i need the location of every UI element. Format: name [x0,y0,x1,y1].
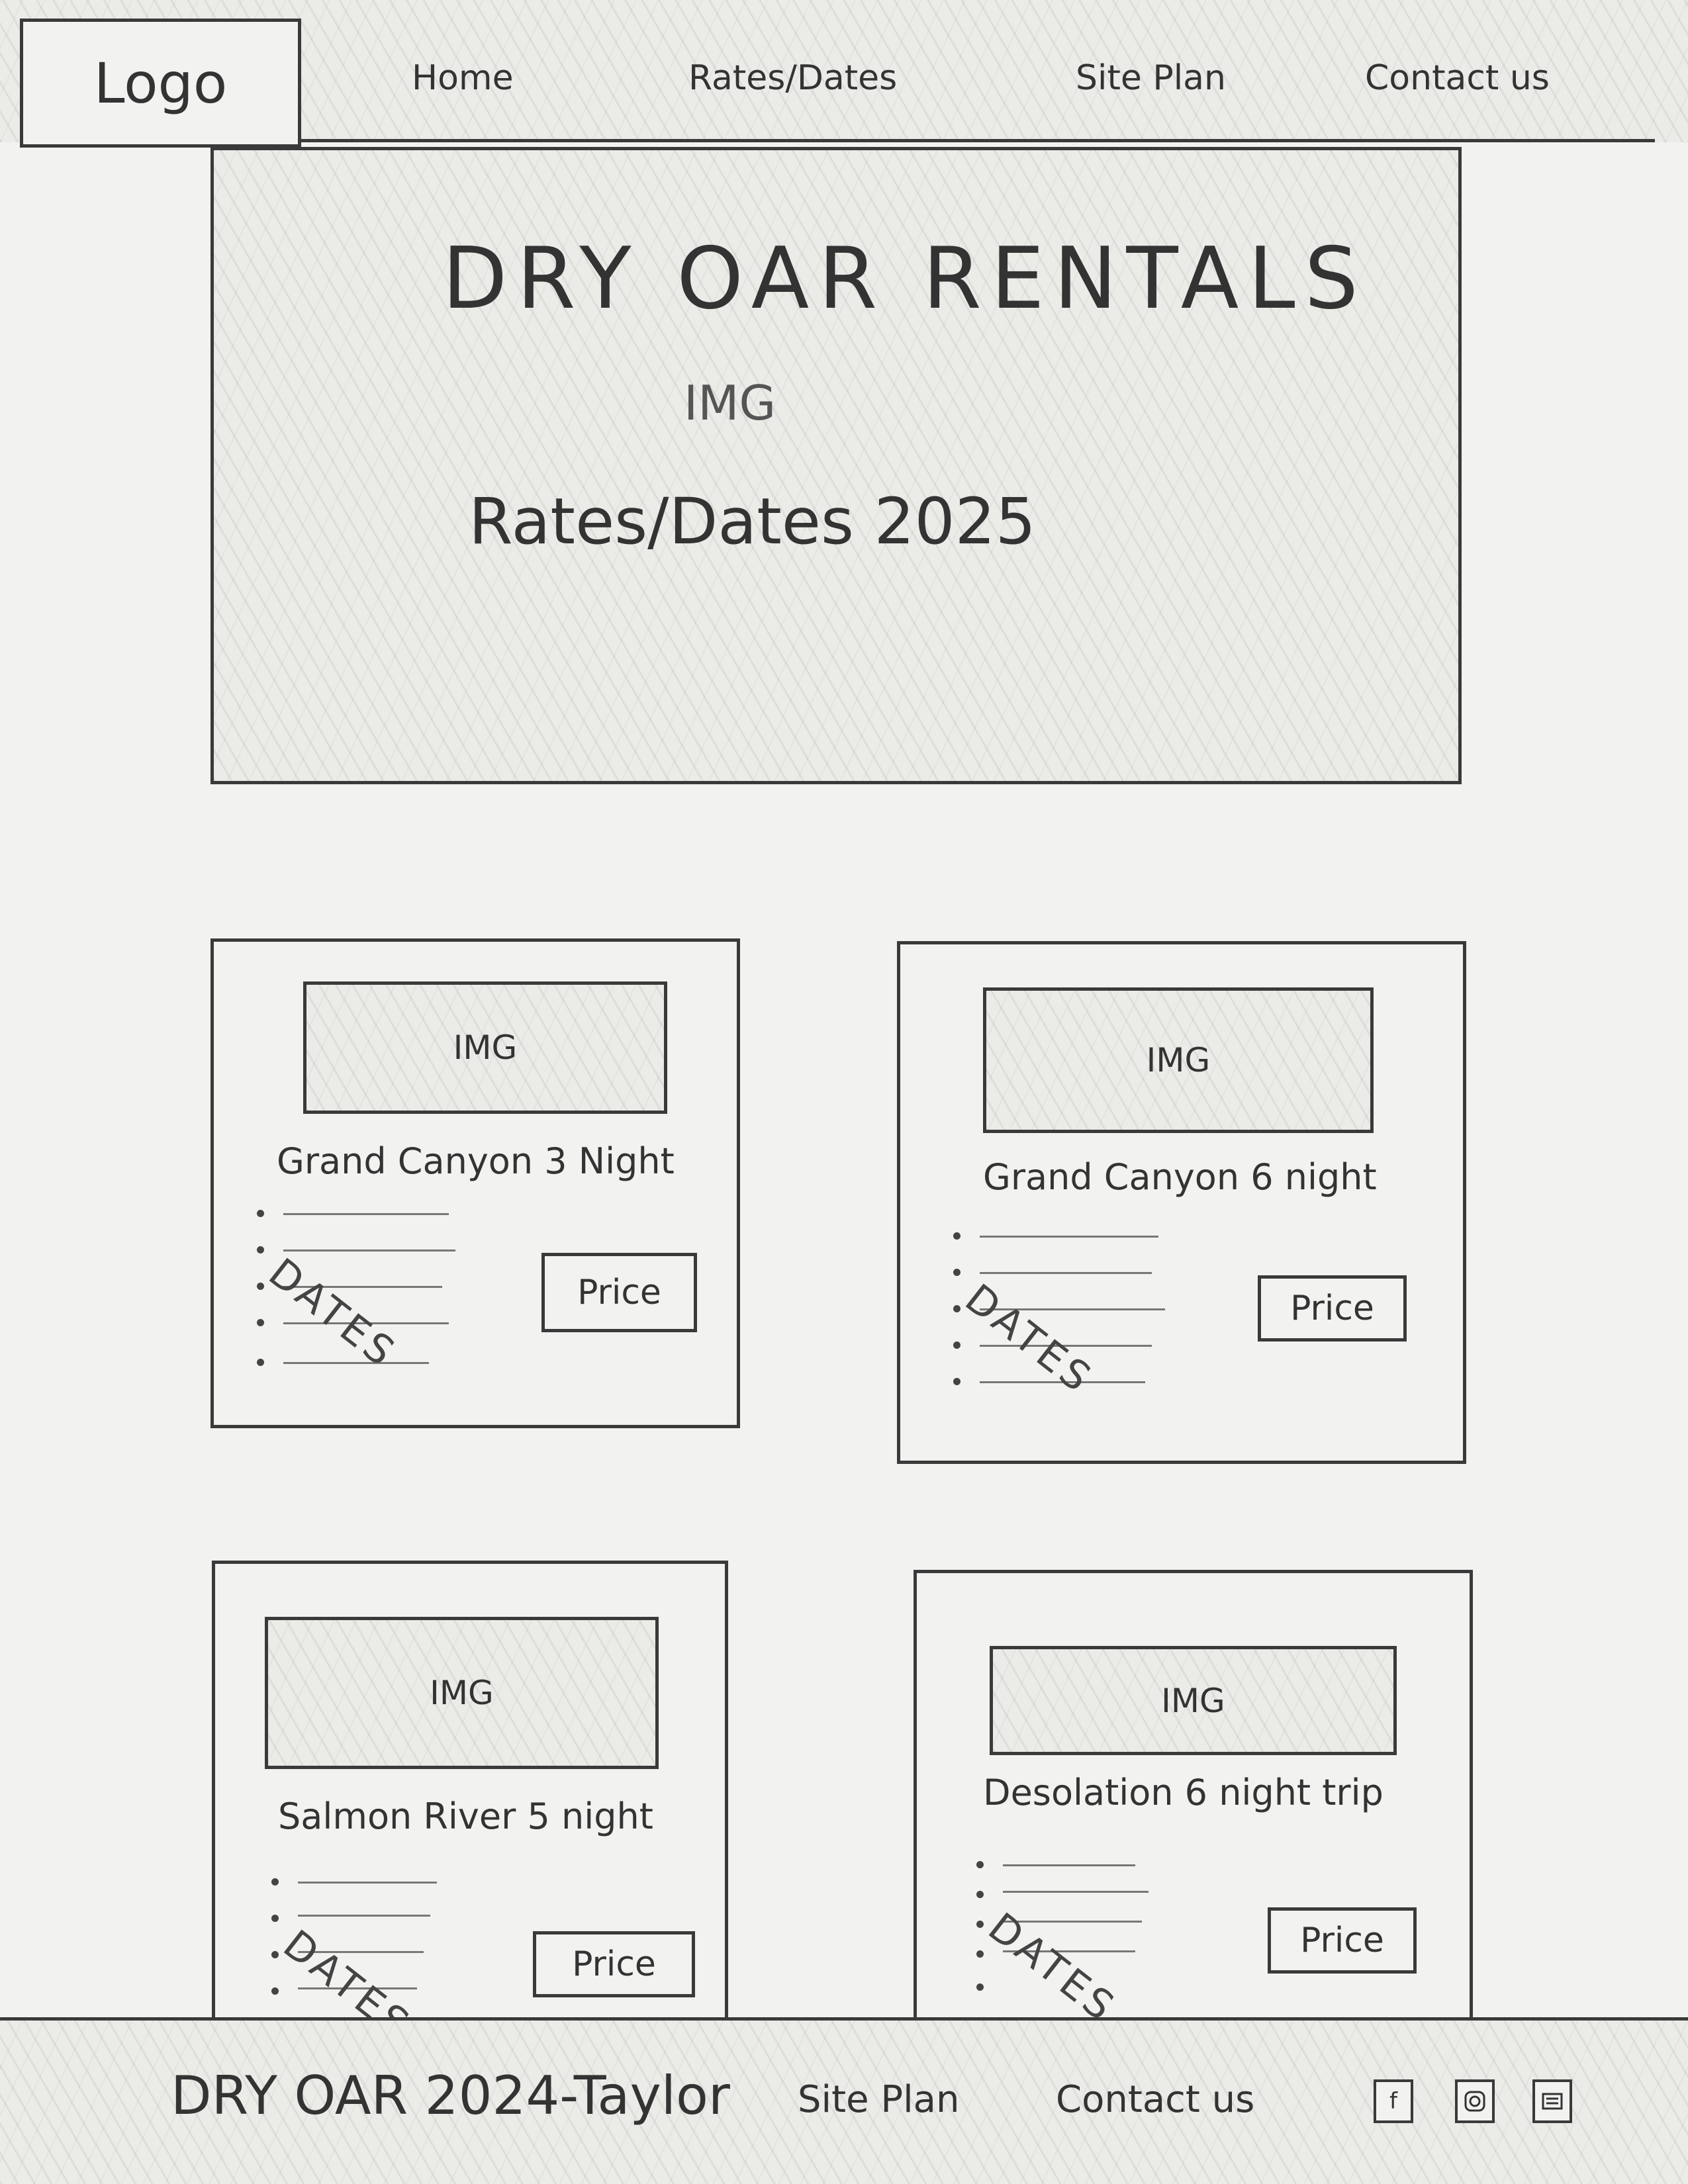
card-title: Desolation 6 night trip [983,1772,1383,1813]
footer-divider [0,2017,1688,2021]
card-image-placeholder: IMG [265,1617,659,1769]
footer-brand: DRY OAR 2024-Taylor [171,2065,730,2126]
card-dates-label: DATES [259,1250,406,1378]
header-divider [291,139,1655,142]
card-dates-list: DATES [953,1229,1165,1408]
price-button[interactable]: Price [533,1931,695,1997]
hero-subtitle: Rates/Dates 2025 [469,484,1036,559]
footer-contact-us-link[interactable]: Contact us [1056,2078,1254,2121]
card-image-placeholder: IMG [990,1646,1397,1755]
card-image-label: IMG [453,1028,518,1067]
card-title: Salmon River 5 night [278,1796,653,1837]
logo-text: Logo [93,50,228,116]
card-image-label: IMG [1146,1041,1211,1079]
price-button[interactable]: Price [1258,1275,1407,1342]
card-dates-list: DATES [976,1858,1175,2036]
trip-card: IMG Grand Canyon 3 Night DATES Price [211,938,740,1428]
trip-card: IMG Desolation 6 night trip DATES Price [914,1570,1473,2086]
hero-title: DRY OAR RENTALS [442,230,1368,328]
card-dates-label: DATES [956,1275,1102,1404]
card-dates-label: DATES [979,1904,1125,2032]
card-dates-list: DATES [257,1203,455,1382]
nav-site-plan[interactable]: Site Plan [1076,58,1226,98]
price-button[interactable]: Price [541,1253,697,1332]
hero-banner: DRY OAR RENTALS IMG Rates/Dates 2025 [211,147,1462,784]
footer-site-plan-link[interactable]: Site Plan [798,2078,959,2121]
card-image-placeholder: IMG [303,981,667,1114]
logo[interactable]: Logo [20,19,301,148]
nav-home[interactable]: Home [412,58,514,98]
hero-image-placeholder: IMG [684,375,776,431]
facebook-icon[interactable]: f [1374,2079,1413,2123]
card-title: Grand Canyon 3 Night [277,1140,675,1182]
card-image-label: IMG [1161,1681,1225,1720]
card-title: Grand Canyon 6 night [983,1156,1377,1198]
mail-icon[interactable] [1532,2079,1572,2123]
instagram-icon[interactable] [1455,2079,1495,2123]
trip-card: IMG Salmon River 5 night DATES Price [212,1561,728,2083]
nav-contact-us[interactable]: Contact us [1365,58,1550,98]
trip-card: IMG Grand Canyon 6 night DATES Price [897,941,1466,1464]
footer: DRY OAR 2024-Taylor Site Plan Contact us… [0,2020,1688,2184]
card-image-label: IMG [430,1674,494,1712]
card-image-placeholder: IMG [983,987,1374,1133]
price-button[interactable]: Price [1268,1907,1417,1974]
nav-rates-dates[interactable]: Rates/Dates [688,58,897,98]
